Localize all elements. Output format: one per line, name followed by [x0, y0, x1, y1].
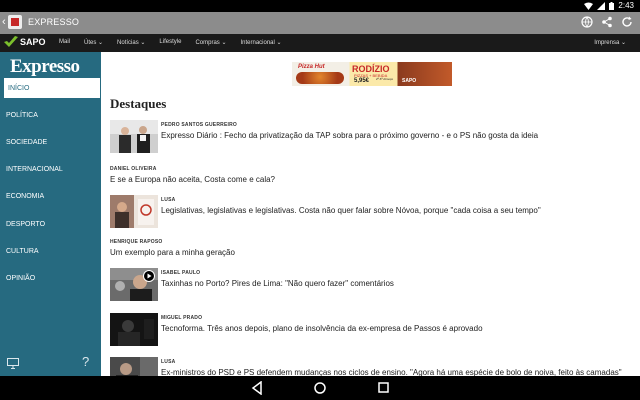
nav-item-lifestyle[interactable]: Lifestyle	[159, 39, 181, 46]
nav-item-internacional[interactable]: Internacional ⌄	[240, 39, 281, 46]
article-author: PEDRO SANTOS GUERREIRO	[161, 122, 237, 128]
back-arrow-icon[interactable]: ‹	[2, 16, 6, 28]
sidebar-item-economia[interactable]: ECONOMIA	[0, 186, 101, 206]
pizza-image	[296, 72, 344, 84]
status-bar: 2:43	[0, 0, 640, 12]
sapo-nav-items: Mail Útes ⌄ Notícias ⌄ Lifestyle Compras…	[59, 39, 282, 46]
expresso-logo[interactable]: Expresso	[10, 56, 80, 78]
help-icon[interactable]: ?	[82, 354, 89, 369]
nav-item-noticias[interactable]: Notícias ⌄	[117, 39, 145, 46]
sidebar-item-politica[interactable]: POLÍTICA	[0, 105, 101, 125]
sidebar-item-cultura[interactable]: CULTURA	[0, 241, 101, 261]
ad-sapo: SAPO	[402, 78, 417, 84]
article-headline[interactable]: Expresso Diário : Fecho da privatização …	[161, 131, 538, 140]
article-item[interactable]: LUSA Legislativas, legislativas e legisl…	[110, 195, 630, 229]
sapo-nav-bar: SAPO Mail Útes ⌄ Notícias ⌄ Lifestyle Co…	[0, 34, 640, 52]
article-author: LUSA	[161, 359, 176, 365]
status-icons: 2:43	[584, 1, 634, 10]
signal-icon	[597, 1, 606, 10]
back-icon[interactable]	[251, 381, 263, 395]
article-item[interactable]: LUSA Ex-ministros do PSD e PS defendem m…	[110, 357, 630, 376]
article-item[interactable]: DANIEL OLIVEIRA E se a Europa não aceita…	[110, 166, 630, 186]
main-content: Pizza Hut RODÍZIO PIZZAS + BEBIDA 5,95€ …	[101, 52, 640, 376]
globe-icon[interactable]	[580, 15, 594, 29]
article-thumbnail	[110, 313, 158, 346]
sapo-logo[interactable]: SAPO	[4, 36, 46, 48]
clock: 2:43	[618, 1, 634, 10]
ad-brand: Pizza Hut	[298, 64, 325, 70]
battery-icon	[609, 1, 615, 10]
home-icon[interactable]	[313, 381, 327, 395]
ad-banner[interactable]: Pizza Hut RODÍZIO PIZZAS + BEBIDA 5,95€ …	[292, 62, 452, 86]
monitor-icon[interactable]	[7, 358, 19, 369]
article-thumbnail	[110, 120, 158, 153]
article-thumbnail	[110, 357, 158, 376]
nav-item-compras[interactable]: Compras ⌄	[195, 39, 226, 46]
sidebar: Expresso INÍCIO POLÍTICA SOCIEDADE INTER…	[0, 52, 101, 376]
article-item[interactable]: ISABEL PAULO Taxinhas no Porto? Pires de…	[110, 268, 630, 302]
sidebar-item-internacional[interactable]: INTERNACIONAL	[0, 159, 101, 179]
article-headline[interactable]: E se a Europa não aceita, Costa come e c…	[110, 175, 275, 184]
app-bar: ‹ EXPRESSO	[0, 12, 640, 34]
play-video-icon[interactable]	[143, 270, 155, 282]
ad-note: 2ª-6ª Almoço	[376, 77, 394, 81]
article-headline[interactable]: Taxinhas no Porto? Pires de Lima: "Não q…	[161, 279, 394, 288]
sapo-logo-text: SAPO	[20, 37, 46, 47]
wifi-icon	[584, 2, 594, 10]
app-bar-actions	[580, 15, 634, 29]
sapo-logo-icon	[4, 36, 18, 47]
article-headline[interactable]: Legislativas, legislativas e legislativa…	[161, 206, 541, 215]
article-headline[interactable]: Ex-ministros do PSD e PS defendem mudanç…	[161, 368, 622, 376]
sidebar-item-opiniao[interactable]: OPINIÃO	[0, 268, 101, 288]
app-title: EXPRESSO	[28, 17, 80, 27]
article-headline[interactable]: Tecnoforma. Três anos depois, plano de i…	[161, 324, 483, 333]
article-author: MIGUEL PRADO	[161, 315, 203, 321]
article-author: ISABEL PAULO	[161, 270, 201, 276]
sidebar-item-sociedade[interactable]: SOCIEDADE	[0, 132, 101, 152]
nav-item-uteis[interactable]: Útes ⌄	[84, 39, 103, 46]
article-author: DANIEL OLIVEIRA	[110, 166, 157, 172]
article-item[interactable]: MIGUEL PRADO Tecnoforma. Três anos depoi…	[110, 313, 630, 347]
sidebar-item-desporto[interactable]: DESPORTO	[0, 214, 101, 234]
article-thumbnail	[110, 195, 158, 228]
article-item[interactable]: PEDRO SANTOS GUERREIRO Expresso Diário :…	[110, 120, 630, 154]
refresh-icon[interactable]	[620, 15, 634, 29]
section-title: Destaques	[110, 96, 167, 111]
article-author: LUSA	[161, 197, 176, 203]
ad-price: 5,95€	[354, 78, 370, 84]
article-headline[interactable]: Um exemplo para a minha geração	[110, 248, 235, 257]
app-logo-icon[interactable]	[8, 15, 22, 29]
nav-item-imprensa[interactable]: Imprensa ⌄	[594, 39, 626, 46]
article-item[interactable]: HENRIQUE RAPOSO Um exemplo para a minha …	[110, 239, 630, 259]
sidebar-item-inicio[interactable]: INÍCIO	[4, 78, 100, 98]
nav-item-mail[interactable]: Mail	[59, 39, 70, 46]
recents-icon[interactable]	[377, 381, 389, 395]
article-author: HENRIQUE RAPOSO	[110, 239, 163, 245]
article-thumbnail	[110, 268, 158, 301]
system-nav-bar	[0, 376, 640, 400]
share-icon[interactable]	[600, 15, 614, 29]
